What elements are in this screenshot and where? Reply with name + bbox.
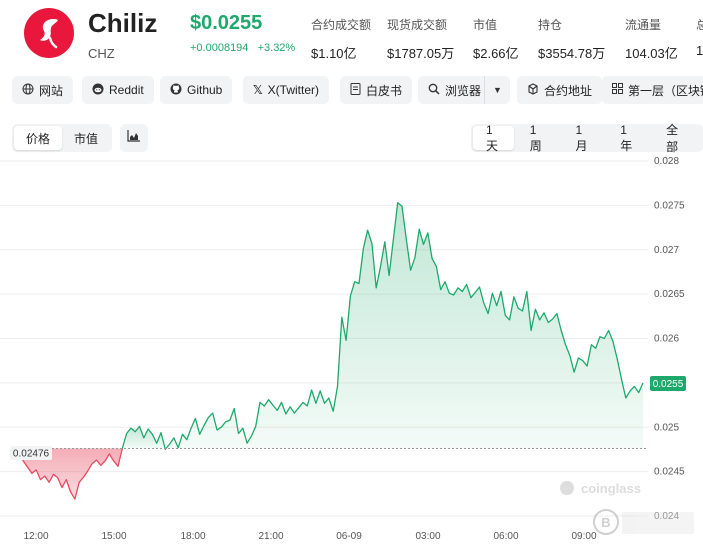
stat-open-interest: 持仓 $3554.78万 (538, 16, 605, 62)
stat-circulating-supply: 流通量 104.03亿 (625, 16, 678, 62)
bar-chart-icon (127, 129, 141, 147)
stat-total-supply: 总 1 (696, 16, 703, 58)
twitter-label: X(Twitter) (267, 83, 320, 97)
y-tick-label: 0.028 (654, 156, 679, 167)
coinglass-watermark: coinglass (560, 481, 641, 496)
price-change-abs: +0.0008194 (190, 42, 249, 54)
category-label: 第一层（区块链 (628, 83, 703, 98)
stat-label: 合约成交额 (311, 18, 372, 32)
current-price-label: 0.0255 (650, 376, 686, 391)
x-axis: 12:00 15:00 18:00 21:00 06-09 03:00 06:00 09:00 (23, 531, 596, 542)
baseline-label: 0.02476 (10, 446, 52, 460)
y-axis: 0.028 0.0275 0.027 0.0265 0.026 0.0255 0.025 0.… (654, 156, 685, 522)
github-label: Github (187, 83, 223, 97)
github-icon (170, 83, 182, 98)
x-tick-label: 09:00 (571, 531, 596, 542)
stat-spot-volume: 现货成交额 $1787.05万 (387, 16, 454, 62)
coin-symbol: CHZ (88, 46, 115, 61)
explorer-label: 浏览器 (445, 83, 482, 98)
stat-market-cap: 市值 $2.66亿 (473, 16, 519, 62)
chart-area (19, 202, 643, 500)
reddit-button[interactable]: Reddit (82, 76, 154, 104)
website-button[interactable]: 网站 (12, 76, 74, 104)
tab-1d[interactable]: 1天 (473, 123, 514, 153)
y-tick-label: 0.0265 (654, 289, 685, 300)
coin-detail-page: Chiliz CHZ $0.0255 +0.0008194 +3.32% 合约成… (0, 0, 703, 549)
area-above-baseline (166, 202, 643, 449)
stat-label: 流通量 (625, 18, 662, 32)
stat-value: $1.10亿 (311, 46, 357, 61)
x-tick-label: 12:00 (23, 531, 48, 542)
site-logo-watermark-icon: B (593, 509, 694, 535)
stat-label: 持仓 (538, 18, 563, 32)
x-tick-label: 06:00 (493, 531, 518, 542)
stat-label: 现货成交额 (387, 18, 448, 32)
y-tick-label: 0.026 (654, 334, 679, 345)
tab-1w[interactable]: 1周 (514, 123, 561, 153)
x-tick-label: 15:00 (101, 531, 126, 542)
github-button[interactable]: Github (160, 76, 233, 104)
chart-view-toggle: 价格 市值 (12, 124, 113, 152)
tab-1m[interactable]: 1月 (561, 123, 606, 153)
y-tick-label: 0.027 (654, 245, 679, 256)
price-chart[interactable]: 0.028 0.0275 0.027 0.0265 0.026 0.0255 0.025 0.… (0, 150, 703, 549)
tab-all[interactable]: 全部 (650, 123, 701, 154)
current-price-label-text: 0.0255 (653, 379, 684, 390)
stat-contract-volume: 合约成交额 $1.10亿 (311, 16, 371, 62)
svg-text:B: B (601, 515, 610, 530)
reddit-label: Reddit (109, 83, 144, 97)
x-tick-label: 03:00 (415, 531, 440, 542)
contract-address-button[interactable]: 合约地址 (517, 76, 603, 104)
category-button[interactable]: 第一层（区块链 (602, 76, 703, 104)
stat-value: 1 (696, 43, 703, 58)
x-tick-label: 18:00 (180, 531, 205, 542)
price-change: +0.0008194 +3.32% (190, 42, 295, 54)
contract-icon (527, 82, 539, 98)
time-range-toggle: 1天 1周 1月 1年 全部 (471, 123, 703, 154)
y-tick-label: 0.0245 (654, 467, 685, 478)
watermark-text: coinglass (581, 481, 641, 496)
stat-label: 市值 (473, 18, 498, 32)
x-tick-label: 21:00 (258, 531, 283, 542)
stat-value: $3554.78万 (538, 46, 606, 61)
stat-label: 总 (696, 18, 703, 32)
baseline-label-text: 0.02476 (13, 449, 50, 460)
x-icon: 𝕏 (253, 83, 263, 97)
website-label: 网站 (39, 83, 64, 98)
y-tick-label: 0.0275 (654, 200, 685, 211)
reddit-icon (92, 83, 104, 98)
y-tick-label: 0.025 (654, 422, 679, 433)
tab-1y[interactable]: 1年 (605, 123, 650, 153)
coin-price: $0.0255 (190, 12, 263, 34)
chart-type-button[interactable] (120, 124, 148, 152)
stat-value: $2.66亿 (473, 46, 519, 61)
coin-name: Chiliz (88, 8, 158, 38)
twitter-button[interactable]: 𝕏 X(Twitter) (243, 76, 330, 104)
x-tick-label: 06-09 (336, 531, 362, 542)
explorer-dropdown-chevron-icon[interactable]: ▼ (484, 76, 510, 104)
price-change-pct: +3.32% (257, 42, 296, 54)
stat-value: $1787.05万 (387, 46, 455, 61)
globe-icon (22, 83, 34, 98)
grid-icon (612, 83, 623, 97)
whitepaper-label: 白皮书 (366, 83, 403, 98)
chiliz-logo-icon (24, 8, 74, 58)
whitepaper-button[interactable]: 白皮书 (340, 76, 413, 104)
contract-address-label: 合约地址 (544, 83, 593, 98)
explorer-button[interactable]: 浏览器 (418, 76, 485, 104)
explorer-icon (428, 83, 440, 98)
stat-value: 104.03亿 (625, 46, 678, 61)
tab-price[interactable]: 价格 (14, 126, 63, 150)
tab-market-cap[interactable]: 市值 (62, 126, 110, 150)
document-icon (350, 82, 361, 98)
